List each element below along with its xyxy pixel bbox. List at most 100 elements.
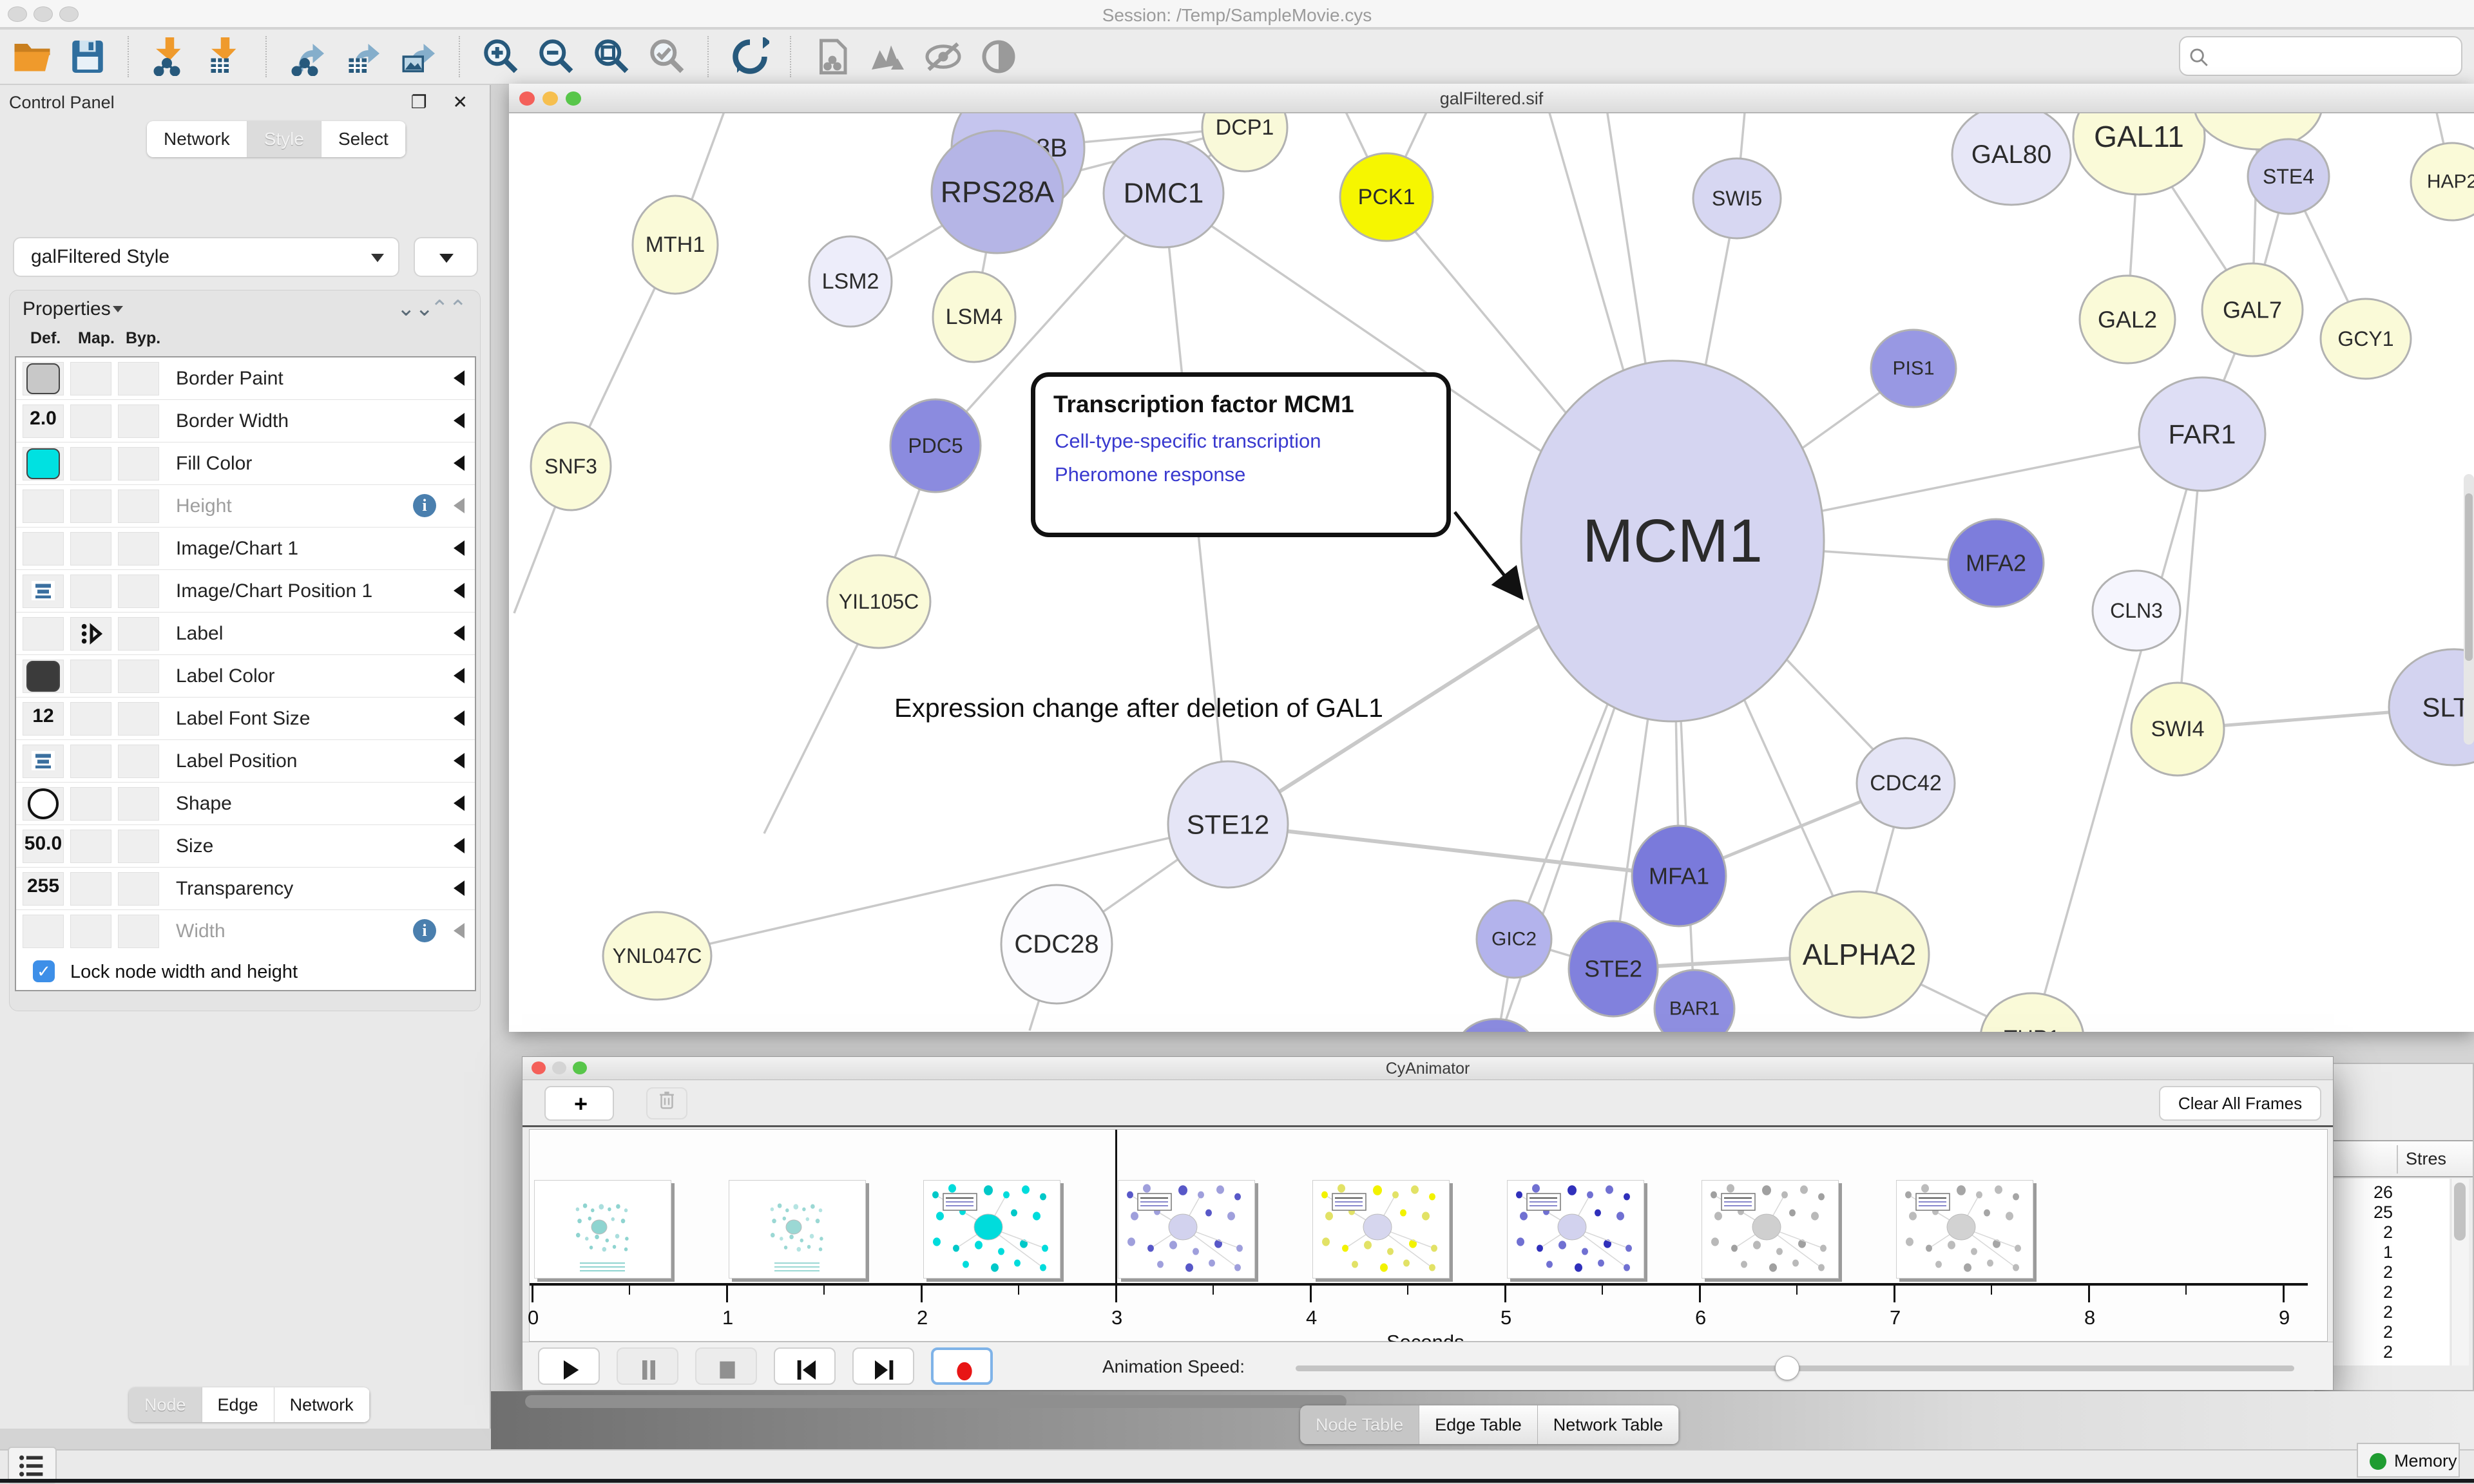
property-row-border-width[interactable]: 2.0Border Width xyxy=(16,400,475,442)
import-table-icon[interactable] xyxy=(206,37,245,76)
zoom-in-icon[interactable] xyxy=(482,37,521,76)
property-cell[interactable] xyxy=(118,702,159,736)
property-cell[interactable] xyxy=(70,702,111,736)
save-session-icon[interactable] xyxy=(68,37,107,76)
property-row-transparency[interactable]: 255Transparency xyxy=(16,868,475,910)
timeline-frame-4[interactable] xyxy=(1312,1180,1450,1279)
property-cell[interactable] xyxy=(70,575,111,608)
property-cell[interactable] xyxy=(23,617,64,651)
control-panel-window-buttons[interactable]: ❐ ✕ xyxy=(411,91,478,113)
property-cell[interactable] xyxy=(118,490,159,523)
network-edge[interactable] xyxy=(657,824,1228,956)
default-value[interactable]: 12 xyxy=(16,705,70,727)
property-cell[interactable] xyxy=(118,915,159,948)
property-cell[interactable] xyxy=(70,660,111,693)
color-swatch[interactable] xyxy=(26,661,60,692)
property-cell[interactable] xyxy=(118,787,159,821)
export-image-icon[interactable] xyxy=(399,37,438,76)
expand-arrow-icon[interactable] xyxy=(454,583,465,598)
properties-header[interactable]: Properties ⌄⌄ ⌃⌃ xyxy=(10,290,480,327)
timeline-frame-0[interactable] xyxy=(534,1180,671,1279)
delete-frame-button[interactable] xyxy=(646,1087,687,1119)
property-row-label-position[interactable]: Label Position xyxy=(16,740,475,783)
default-value[interactable]: 50.0 xyxy=(16,833,70,855)
color-swatch[interactable] xyxy=(26,448,60,479)
cyanimator-titlebar[interactable]: CyAnimator xyxy=(523,1057,2333,1080)
property-cell[interactable] xyxy=(118,660,159,693)
property-row-label-color[interactable]: Label Color xyxy=(16,655,475,698)
ellipse-shape-icon[interactable] xyxy=(28,788,59,819)
property-row-label[interactable]: Label xyxy=(16,613,475,655)
search-box[interactable] xyxy=(2179,36,2462,76)
property-row-width[interactable]: Widthi xyxy=(16,910,475,953)
skip-end-button[interactable] xyxy=(852,1347,914,1385)
position-icon[interactable] xyxy=(32,751,55,770)
property-cell[interactable] xyxy=(70,362,111,395)
color-swatch[interactable] xyxy=(26,363,60,394)
property-cell[interactable] xyxy=(118,575,159,608)
property-cell[interactable] xyxy=(23,490,64,523)
panel-tab-network[interactable]: Network xyxy=(274,1387,370,1422)
property-cell[interactable] xyxy=(70,915,111,948)
position-icon[interactable] xyxy=(32,581,55,600)
property-cell[interactable] xyxy=(70,532,111,566)
expand-arrow-icon[interactable] xyxy=(454,753,465,768)
annotation-link-2[interactable]: Pheromone response xyxy=(1055,463,1245,486)
property-row-label-font-size[interactable]: 12Label Font Size xyxy=(16,698,475,740)
panel-tab-node[interactable]: Node xyxy=(129,1387,202,1422)
expand-arrow-icon[interactable] xyxy=(454,710,465,726)
table-tab-network-table[interactable]: Network Table xyxy=(1538,1405,1680,1444)
timeline-frame-1[interactable] xyxy=(729,1180,866,1279)
property-cell[interactable] xyxy=(70,830,111,863)
expand-arrow-icon[interactable] xyxy=(454,540,465,556)
table-column-stress[interactable]: Stres xyxy=(2406,1149,2446,1169)
property-row-image-chart-position-1[interactable]: Image/Chart Position 1 xyxy=(16,570,475,613)
table-column-headers[interactable]: ity Stres xyxy=(2316,1140,2473,1177)
add-frame-button[interactable]: + xyxy=(544,1086,614,1121)
network-node-purp[interactable] xyxy=(1457,1019,1535,1032)
style-selector[interactable]: galFiltered Style xyxy=(13,237,399,277)
property-cell[interactable] xyxy=(70,787,111,821)
annotation-box[interactable]: Transcription factor MCM1 Cell-type-spec… xyxy=(1031,372,1451,537)
collapse-all-icon[interactable]: ⌃⌃ xyxy=(430,296,467,321)
expand-arrow-icon[interactable] xyxy=(454,455,465,471)
zoom-fit-icon[interactable] xyxy=(593,37,631,76)
property-cell[interactable] xyxy=(70,490,111,523)
property-row-height[interactable]: Heighti xyxy=(16,485,475,528)
clear-all-frames-button[interactable]: Clear All Frames xyxy=(2159,1086,2321,1121)
property-row-image-chart-1[interactable]: Image/Chart 1 xyxy=(16,528,475,570)
search-input[interactable] xyxy=(2215,41,2453,71)
expand-all-icon[interactable]: ⌄⌄ xyxy=(397,296,434,321)
property-row-border-paint[interactable]: Border Paint xyxy=(16,357,475,400)
property-row-shape[interactable]: Shape xyxy=(16,783,475,825)
tab-network[interactable]: Network xyxy=(147,121,247,157)
default-value[interactable]: 255 xyxy=(16,875,70,897)
property-cell[interactable] xyxy=(70,745,111,778)
property-cell[interactable] xyxy=(118,404,159,438)
property-row-size[interactable]: 50.0Size xyxy=(16,825,475,868)
expand-arrow-icon[interactable] xyxy=(454,923,465,938)
import-network-icon[interactable] xyxy=(151,37,189,76)
expand-arrow-icon[interactable] xyxy=(454,838,465,853)
timeline-frame-7[interactable] xyxy=(1896,1180,2033,1279)
refresh-icon[interactable] xyxy=(731,37,769,76)
table-tab-edge-table[interactable]: Edge Table xyxy=(1419,1405,1538,1444)
tab-style[interactable]: Style xyxy=(247,121,321,157)
network-edge[interactable] xyxy=(1228,824,1679,876)
property-cell[interactable] xyxy=(70,447,111,480)
annotation-link-1[interactable]: Cell-type-specific transcription xyxy=(1055,430,1321,453)
property-cell[interactable] xyxy=(118,362,159,395)
timeline-frame-2[interactable] xyxy=(923,1180,1060,1279)
timeline-frame-3[interactable] xyxy=(1118,1180,1255,1279)
network-caption[interactable]: Expression change after deletion of GAL1 xyxy=(894,693,1383,723)
property-cell[interactable] xyxy=(118,745,159,778)
expand-arrow-icon[interactable] xyxy=(454,413,465,428)
export-table-icon[interactable] xyxy=(344,37,383,76)
network-canvas[interactable]: RPS28BDCP1RPS28ADMC1PCK1SWI5GAL80GAL11ST… xyxy=(509,113,2474,1032)
table-tab-node-table[interactable]: Node Table xyxy=(1300,1405,1419,1444)
discrete-mapping-icon[interactable] xyxy=(78,622,105,646)
table-horizontal-scrollbar[interactable] xyxy=(525,1395,1347,1408)
skip-start-button[interactable] xyxy=(774,1347,836,1385)
open-session-icon[interactable] xyxy=(13,37,52,76)
info-icon[interactable]: i xyxy=(413,494,436,517)
